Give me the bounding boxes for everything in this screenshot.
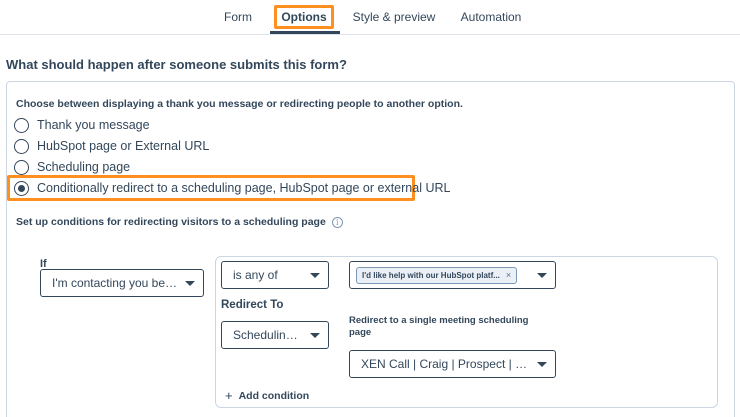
plus-icon: + [225, 388, 233, 403]
redirect-type-value: Scheduling p... [233, 328, 304, 342]
chevron-down-icon [537, 272, 547, 278]
chevron-down-icon [185, 280, 195, 286]
radio-button-checked[interactable] [14, 180, 29, 196]
radio-hubspot-page-or-url[interactable]: HubSpot page or External URL [14, 137, 209, 155]
operator-value: is any of [233, 268, 278, 282]
redirect-type-select[interactable]: Scheduling p... [221, 321, 329, 349]
radio-button[interactable] [14, 138, 29, 154]
tab-bar: Form Style & preview Automation Options [0, 0, 740, 35]
if-property-select[interactable]: I'm contacting you beca... [40, 269, 204, 297]
radio-conditional-redirect[interactable]: Conditionally redirect to a scheduling p… [14, 179, 450, 197]
meeting-page-select[interactable]: XEN Call | Craig | Prospect | Micro... [349, 350, 556, 378]
tab-options[interactable]: Options [274, 5, 334, 29]
tab-form[interactable]: Form [217, 0, 259, 35]
radio-button[interactable] [14, 117, 29, 133]
redirect-choice-label: Choose between displaying a thank you me… [16, 98, 463, 110]
radio-label: Scheduling page [37, 160, 131, 174]
chevron-down-icon [537, 361, 547, 367]
condition-value-select[interactable]: I'd like help with our HubSpot platf... … [349, 261, 556, 289]
conditions-setup-label: Set up conditions for redirecting visito… [16, 216, 343, 228]
radio-scheduling-page[interactable]: Scheduling page [14, 158, 130, 176]
active-tab-indicator [270, 31, 340, 34]
value-chip-label: I'd like help with our HubSpot platf... [362, 270, 500, 280]
tab-automation[interactable]: Automation [456, 0, 526, 35]
condition-value-chips: I'd like help with our HubSpot platf... … [356, 266, 531, 284]
radio-button[interactable] [14, 159, 29, 175]
redirect-to-label: Redirect To [221, 299, 284, 311]
close-icon[interactable]: × [506, 270, 511, 280]
radio-label: Thank you message [37, 118, 150, 132]
add-condition-button[interactable]: + Add condition [225, 388, 309, 403]
meeting-page-label: Redirect to a single meeting scheduling … [349, 315, 529, 338]
radio-label: HubSpot page or External URL [37, 139, 210, 153]
chevron-down-icon [310, 272, 320, 278]
operator-select[interactable]: is any of [221, 261, 329, 289]
radio-label: Conditionally redirect to a scheduling p… [37, 181, 451, 195]
info-icon[interactable]: i [331, 216, 343, 228]
conditions-setup-text: Set up conditions for redirecting visito… [16, 216, 326, 228]
value-chip: I'd like help with our HubSpot platf... … [356, 266, 518, 284]
add-condition-label: Add condition [238, 389, 310, 402]
chevron-down-icon [310, 332, 320, 338]
page-heading: What should happen after someone submits… [6, 57, 347, 72]
radio-thank-you-message[interactable]: Thank you message [14, 116, 150, 134]
tab-style-preview[interactable]: Style & preview [352, 0, 436, 35]
meeting-page-value: XEN Call | Craig | Prospect | Micro... [361, 357, 531, 371]
if-property-value: I'm contacting you beca... [52, 276, 179, 290]
